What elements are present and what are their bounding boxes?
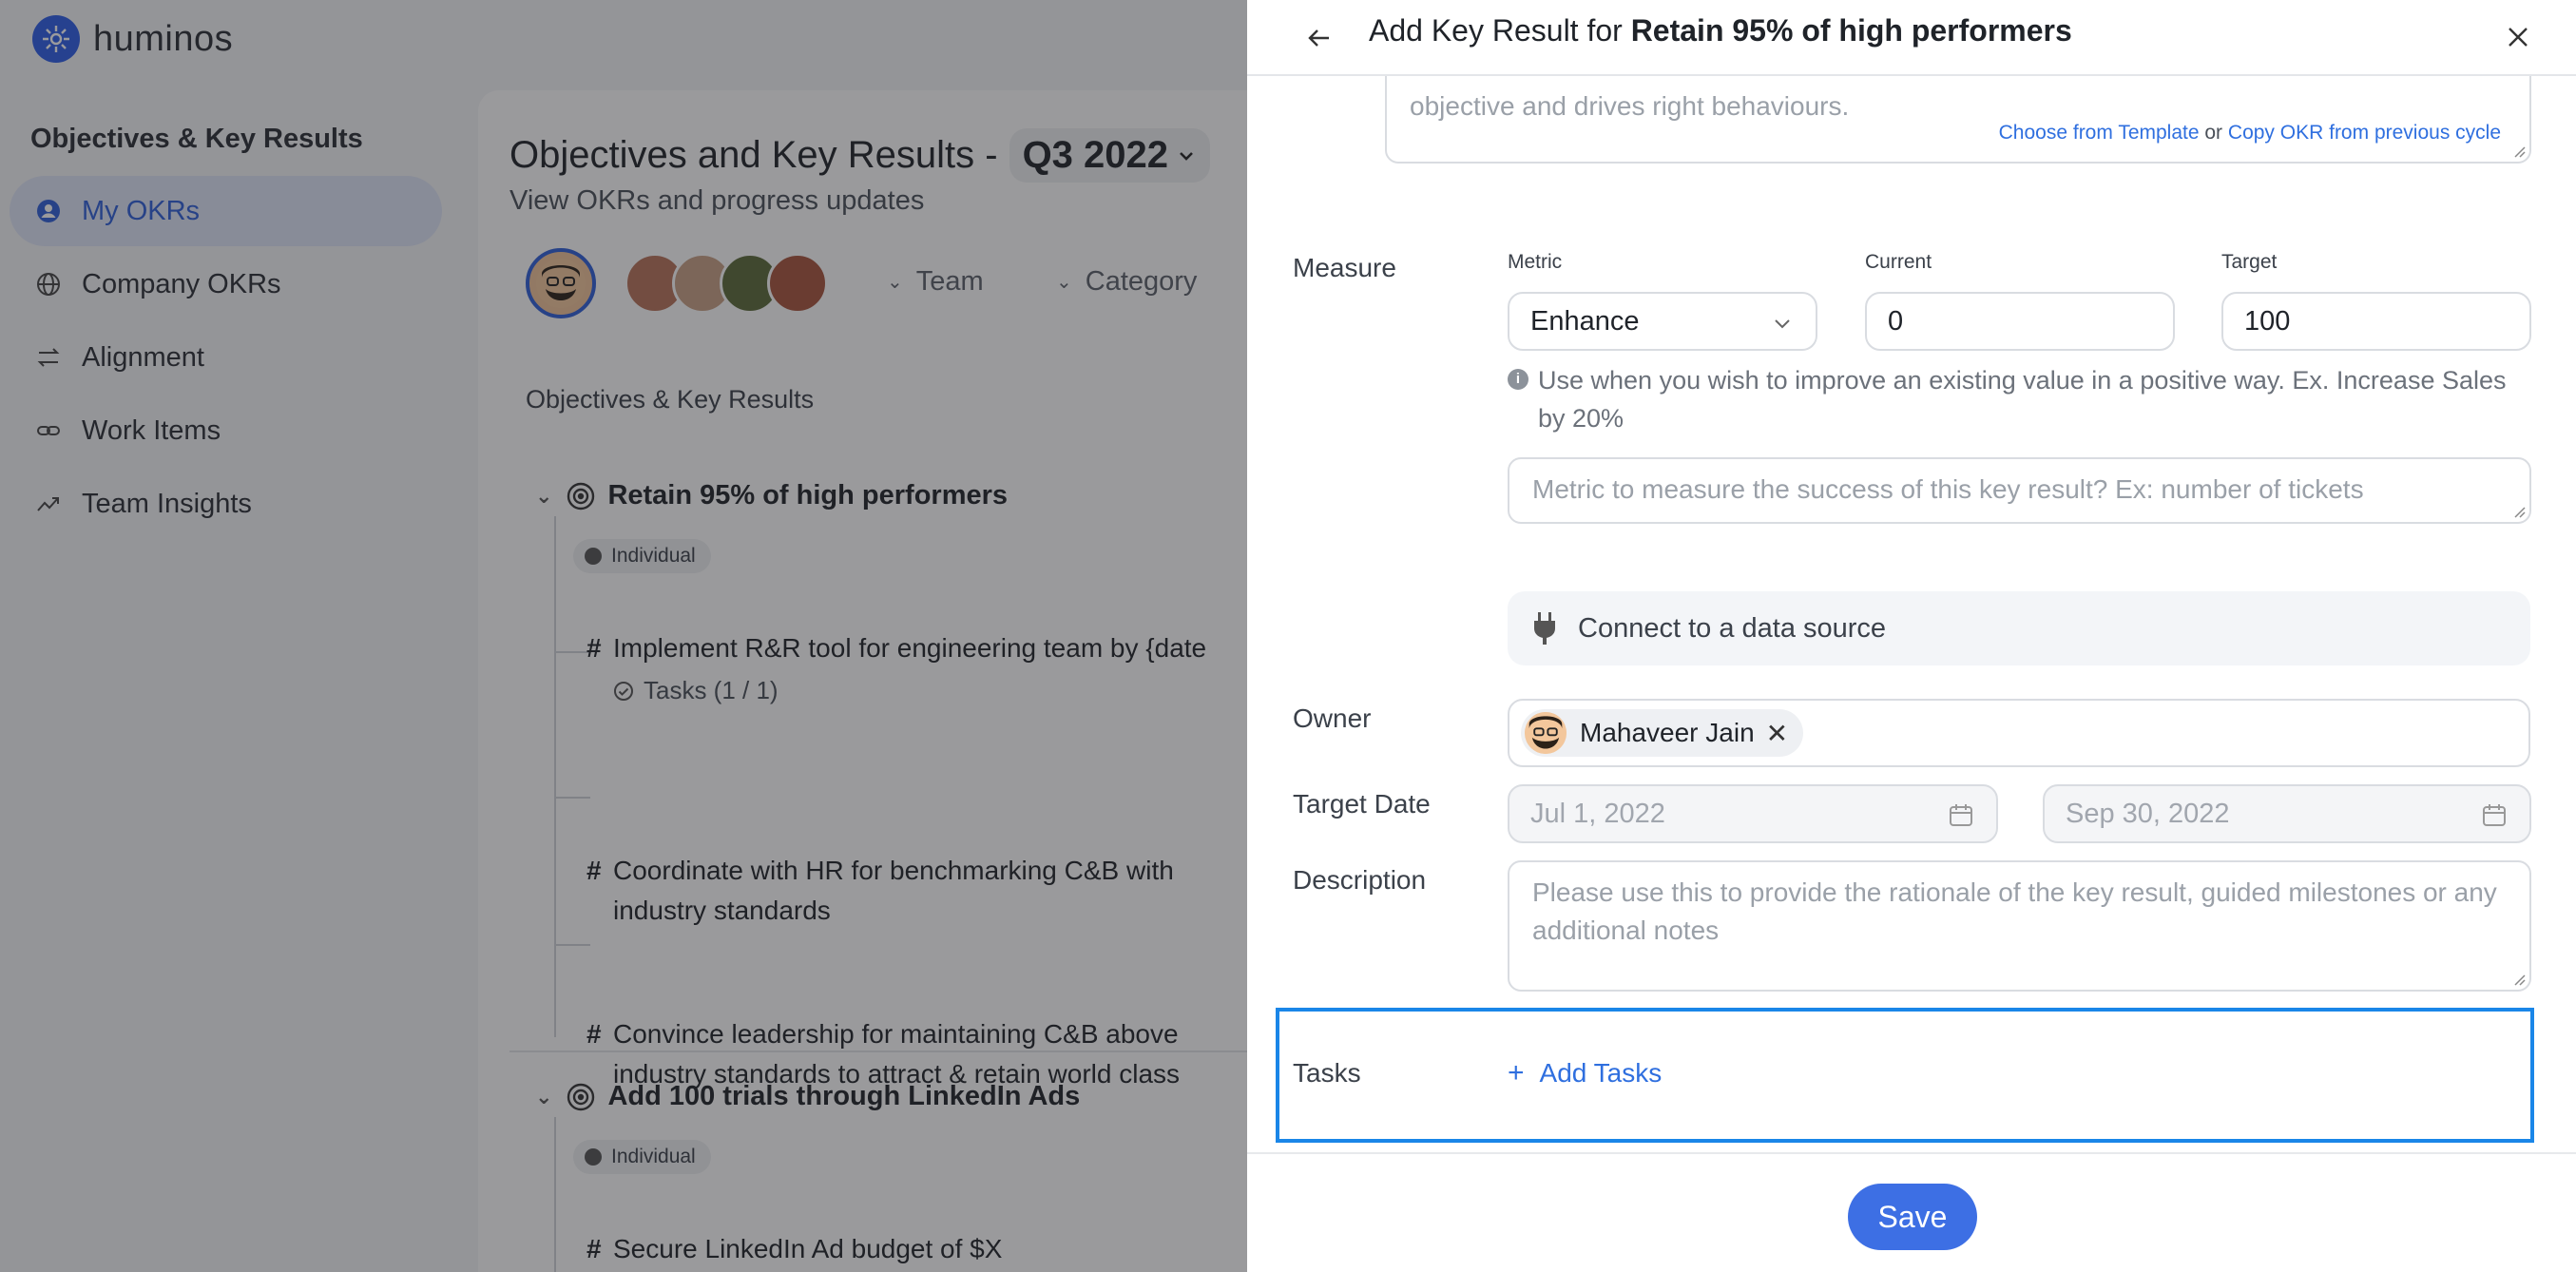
calendar-icon <box>1950 804 1972 826</box>
current-label: Current <box>1865 251 1932 273</box>
drawer-title-prefix: Add Key Result for <box>1369 13 1623 48</box>
info-icon: i <box>1508 369 1528 390</box>
plug-icon <box>1534 612 1555 645</box>
end-date-input[interactable]: Sep 30, 2022 <box>2043 784 2531 843</box>
key-result-title-text: objective and drives right behaviours. <box>1410 91 1850 121</box>
drawer-title: Add Key Result for Retain 95% of high pe… <box>1369 13 2072 48</box>
resize-handle-icon[interactable] <box>2512 505 2526 518</box>
owner-name: Mahaveer Jain <box>1580 718 1755 747</box>
copy-okr-link[interactable]: Copy OKR from previous cycle <box>2228 122 2501 144</box>
choose-template-link[interactable]: Choose from Template <box>1999 122 2200 144</box>
metric-hint: i Use when you wish to improve an existi… <box>1508 361 2515 437</box>
connect-data-source-button[interactable]: Connect to a data source <box>1508 591 2530 665</box>
template-links: Choose from Template or Copy OKR from pr… <box>1999 114 2501 152</box>
owner-field[interactable]: Mahaveer Jain ✕ <box>1508 699 2530 767</box>
avatar <box>1525 712 1567 754</box>
start-date-input[interactable]: Jul 1, 2022 <box>1508 784 1998 843</box>
owner-label: Owner <box>1293 703 1372 733</box>
metric-select[interactable]: Enhance <box>1508 292 1817 351</box>
or-text: or <box>2204 122 2223 144</box>
metric-description-field[interactable]: Metric to measure the success of this ke… <box>1508 457 2531 524</box>
add-tasks-button[interactable]: + Add Tasks <box>1508 1057 1662 1089</box>
resize-handle-icon[interactable] <box>2512 973 2526 986</box>
description-label: Description <box>1293 865 1427 895</box>
metric-hint-text: Use when you wish to improve an existing… <box>1538 366 2507 433</box>
current-value-input[interactable]: 0 <box>1865 292 2175 351</box>
target-value: 100 <box>2244 305 2291 337</box>
metric-label: Metric <box>1508 251 1563 273</box>
add-tasks-label: Add Tasks <box>1539 1058 1663 1088</box>
back-button[interactable] <box>1298 17 1340 59</box>
description-field[interactable]: Please use this to provide the rationale… <box>1508 860 2531 992</box>
metric-placeholder: Metric to measure the success of this ke… <box>1532 474 2364 504</box>
close-icon <box>2509 28 2528 47</box>
chevron-down-icon <box>1775 319 1790 329</box>
connect-data-source-label: Connect to a data source <box>1578 612 1887 644</box>
arrow-left-icon <box>1308 29 1329 47</box>
calendar-icon <box>2483 804 2506 826</box>
drawer-title-objective: Retain 95% of high performers <box>1630 13 2072 48</box>
target-label: Target <box>2221 251 2278 273</box>
current-value: 0 <box>1888 305 1904 337</box>
drawer-header: Add Key Result for Retain 95% of high pe… <box>1247 0 2576 76</box>
tasks-section-highlight <box>1276 1008 2534 1143</box>
start-date-value: Jul 1, 2022 <box>1530 798 1665 829</box>
description-placeholder: Please use this to provide the rationale… <box>1532 877 2497 945</box>
metric-value: Enhance <box>1530 305 1640 337</box>
resize-handle-icon[interactable] <box>2512 145 2526 158</box>
target-date-label: Target Date <box>1293 789 1431 819</box>
save-button[interactable]: Save <box>1848 1184 1977 1250</box>
target-value-input[interactable]: 100 <box>2221 292 2531 351</box>
measure-label: Measure <box>1293 253 1396 282</box>
tasks-label: Tasks <box>1293 1058 1361 1088</box>
close-button[interactable] <box>2494 13 2542 61</box>
end-date-value: Sep 30, 2022 <box>2066 798 2230 829</box>
modal-backdrop[interactable] <box>0 0 1247 1272</box>
remove-owner-icon[interactable]: ✕ <box>1766 718 1788 749</box>
owner-chip: Mahaveer Jain ✕ <box>1521 709 1804 757</box>
plus-icon: + <box>1508 1057 1525 1089</box>
